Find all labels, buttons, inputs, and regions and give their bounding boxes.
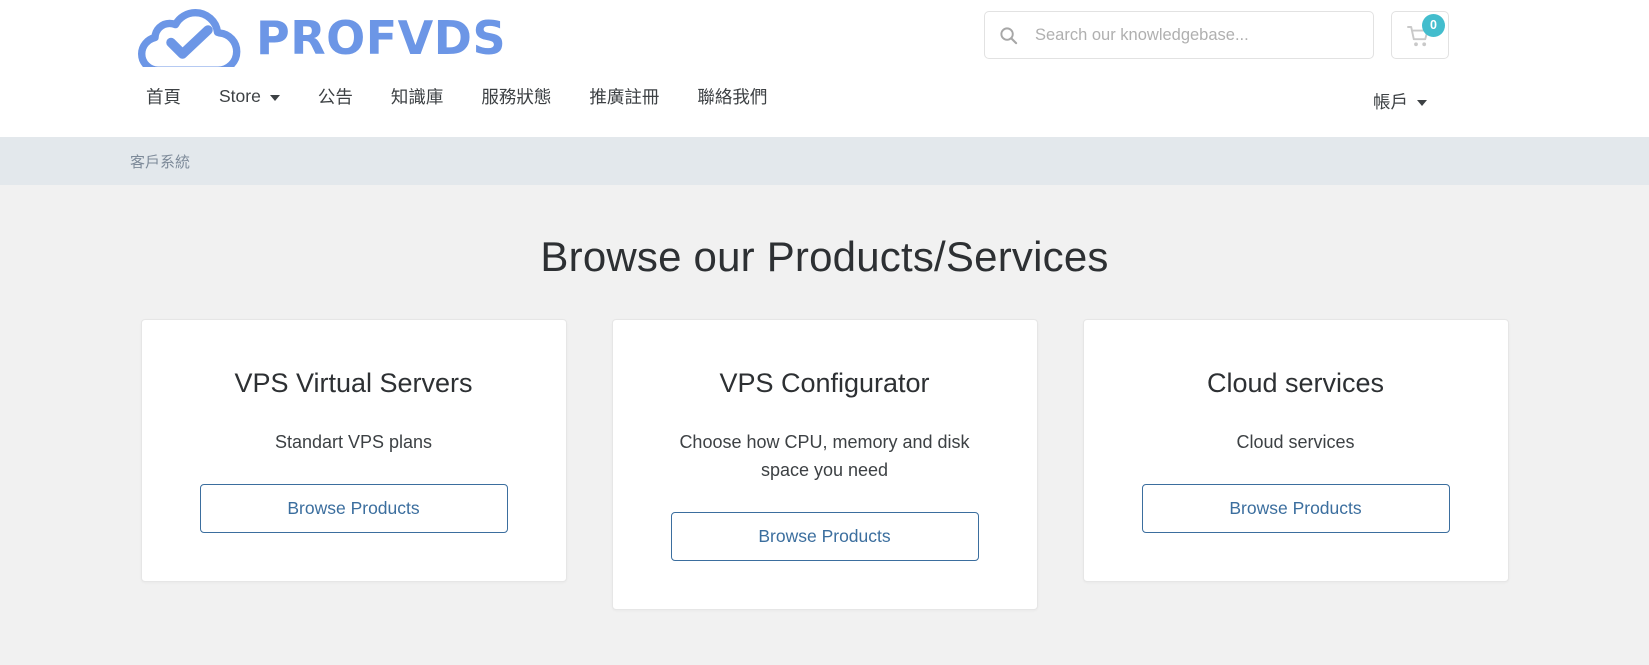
site-header: PROFVDS 0 首頁 xyxy=(0,0,1649,137)
nav-item-store[interactable]: Store xyxy=(200,81,299,112)
nav-item-announcements[interactable]: 公告 xyxy=(299,79,372,114)
browse-products-button[interactable]: Browse Products xyxy=(1141,484,1450,534)
nav-item-label: 服務狀態 xyxy=(481,87,552,107)
card-description: Cloud services xyxy=(1236,432,1355,453)
cart-count-badge: 0 xyxy=(1422,14,1445,37)
product-group-card[interactable]: Cloud services Cloud services Browse Pro… xyxy=(1082,319,1509,583)
chevron-down-icon xyxy=(1417,99,1427,106)
breadcrumb-bar: 客戶系統 xyxy=(0,137,1649,185)
cloud-check-icon xyxy=(138,9,241,67)
brand-logo-link[interactable]: PROFVDS xyxy=(138,9,506,67)
card-title: VPS Configurator xyxy=(719,368,930,398)
card-description: Choose how CPU, memory and disk space yo… xyxy=(679,432,970,481)
card-description: Standart VPS plans xyxy=(274,432,433,453)
product-group-card[interactable]: VPS Configurator Choose how CPU, memory … xyxy=(611,319,1038,610)
header-utilities: 0 xyxy=(984,11,1449,59)
nav-item-label: 推廣註冊 xyxy=(589,87,660,107)
nav-item-home[interactable]: 首頁 xyxy=(146,79,200,114)
nav-item-label: 首頁 xyxy=(146,87,181,107)
search-icon xyxy=(1000,26,1018,44)
breadcrumb-item-client-area[interactable]: 客戶系統 xyxy=(130,151,190,172)
nav-item-label: Store xyxy=(219,86,261,106)
search-box[interactable] xyxy=(984,11,1374,59)
nav-right: 帳戶 xyxy=(1373,84,1446,119)
nav-items: 首頁 Store 公告 知識庫 服務狀態 推廣註冊 聯絡我們 xyxy=(146,79,786,114)
brand-wordmark: PROFVDS xyxy=(256,11,507,65)
nav-item-affiliates[interactable]: 推廣註冊 xyxy=(570,79,678,114)
card-title: Cloud services xyxy=(1206,368,1385,398)
browse-products-button[interactable]: Browse Products xyxy=(670,512,979,561)
nav-item-label: 聯絡我們 xyxy=(697,87,768,107)
nav-item-label: 帳戶 xyxy=(1373,92,1408,112)
browse-products-button[interactable]: Browse Products xyxy=(199,484,508,534)
main-navigation: 首頁 Store 公告 知識庫 服務狀態 推廣註冊 聯絡我們 帳戶 xyxy=(0,76,1649,137)
page-title: Browse our Products/Services xyxy=(540,233,1109,280)
product-group-card[interactable]: VPS Virtual Servers Standart VPS plans B… xyxy=(140,319,567,583)
nav-item-network-status[interactable]: 服務狀態 xyxy=(462,79,570,114)
nav-item-label: 公告 xyxy=(317,87,353,107)
chevron-down-icon xyxy=(269,94,280,101)
nav-item-knowledgebase[interactable]: 知識庫 xyxy=(372,79,463,114)
cart-button[interactable]: 0 xyxy=(1391,11,1449,59)
card-title: VPS Virtual Servers xyxy=(234,368,473,398)
product-group-cards: VPS Virtual Servers Standart VPS plans B… xyxy=(0,319,1649,610)
nav-item-account[interactable]: 帳戶 xyxy=(1373,84,1446,119)
main-content: Browse our Products/Services VPS Virtual… xyxy=(0,185,1649,665)
search-input[interactable] xyxy=(1035,25,1359,45)
nav-item-contact-us[interactable]: 聯絡我們 xyxy=(678,79,786,114)
header-top-row: PROFVDS 0 xyxy=(0,0,1649,76)
nav-item-label: 知識庫 xyxy=(390,87,444,107)
